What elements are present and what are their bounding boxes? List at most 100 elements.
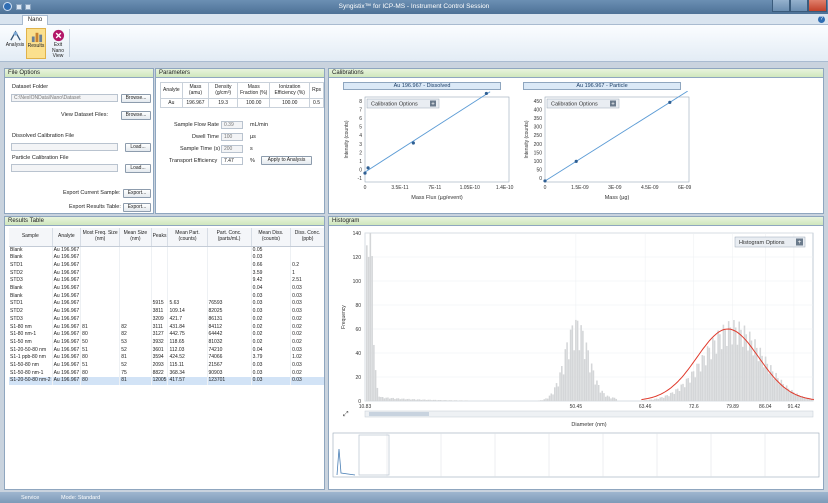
results-cell[interactable]: 417.57 <box>167 377 208 386</box>
results-cell[interactable] <box>119 285 152 293</box>
results-cell[interactable]: STD2 <box>9 269 53 278</box>
results-cell[interactable]: 12005 <box>151 377 169 386</box>
results-cell[interactable] <box>119 261 152 270</box>
load-particle-button[interactable]: Load... <box>125 164 151 173</box>
results-cell[interactable]: 5915 <box>151 300 169 309</box>
results-cell[interactable] <box>207 254 252 262</box>
results-cell[interactable] <box>167 277 208 286</box>
calibration-options-button[interactable]: Calibration Options + <box>366 98 440 109</box>
results-cell[interactable]: Au 196.967 <box>52 354 82 363</box>
results-cell[interactable]: STD2 <box>9 308 53 316</box>
results-cell[interactable]: 86131 <box>207 315 252 324</box>
results-cell[interactable]: 1 <box>290 269 324 278</box>
results-cell[interactable] <box>119 269 152 278</box>
results-cell[interactable] <box>167 292 208 301</box>
load-dissolved-button[interactable]: Load... <box>125 143 151 152</box>
results-row[interactable]: S1-50-80 nm-1 Au 196.967 80 75 8822 368.34 909… <box>9 369 324 378</box>
results-cell[interactable] <box>119 292 152 301</box>
results-cell[interactable] <box>167 269 208 278</box>
results-cell[interactable]: 0.66 <box>251 261 292 270</box>
results-cell[interactable]: 3811 <box>151 308 169 316</box>
results-cell[interactable] <box>80 246 121 255</box>
dwell-time-input[interactable]: 100 <box>221 133 243 141</box>
results-cell[interactable]: 75 <box>119 369 152 378</box>
results-cell[interactable] <box>80 300 121 309</box>
results-row[interactable]: S1-80 nm Au 196.967 81 82 3111 431.84 84112 0.0… <box>9 323 324 332</box>
minimize-button[interactable] <box>772 0 790 12</box>
results-cell[interactable]: 3.59 <box>251 269 292 278</box>
results-cell[interactable]: Au 196.967 <box>52 315 82 324</box>
results-cell[interactable] <box>119 246 152 255</box>
transport-efficiency-input[interactable]: 7.47 <box>221 157 243 165</box>
results-cell[interactable]: Au 196.967 <box>52 369 82 378</box>
results-cell[interactable]: 21567 <box>207 362 252 370</box>
results-cell[interactable]: 0.03 <box>251 300 292 309</box>
results-cell[interactable]: 0.03 <box>290 292 324 301</box>
results-cell[interactable]: 76593 <box>207 300 252 309</box>
results-column-header[interactable]: Part. Conc. (parts/mL) <box>207 228 252 247</box>
results-cell[interactable]: 0.02 <box>290 338 324 347</box>
results-cell[interactable]: 0.03 <box>290 377 324 386</box>
results-cell[interactable]: 109.14 <box>167 308 208 316</box>
results-cell[interactable] <box>290 246 324 255</box>
results-cell[interactable]: 0.03 <box>251 292 292 301</box>
results-cell[interactable]: 3594 <box>151 354 169 363</box>
results-cell[interactable]: 0.05 <box>251 246 292 255</box>
results-cell[interactable] <box>207 261 252 270</box>
results-cell[interactable]: 0.03 <box>251 254 292 262</box>
results-cell[interactable]: Au 196.967 <box>52 338 82 347</box>
results-cell[interactable]: Au 196.967 <box>52 285 82 293</box>
results-cell[interactable] <box>207 285 252 293</box>
cell[interactable]: 100.00 <box>269 98 311 108</box>
results-cell[interactable] <box>80 269 121 278</box>
results-cell[interactable]: 64442 <box>207 331 252 339</box>
results-cell[interactable] <box>80 261 121 270</box>
results-cell[interactable]: 0.03 <box>290 285 324 293</box>
results-cell[interactable]: 0.02 <box>290 331 324 339</box>
results-cell[interactable]: Au 196.967 <box>52 277 82 286</box>
results-row[interactable]: Blank Au 196.967 0.03 <box>9 254 324 262</box>
results-cell[interactable] <box>119 308 152 316</box>
results-cell[interactable]: 81 <box>119 354 152 363</box>
results-cell[interactable]: 0.2 <box>290 261 324 270</box>
results-cell[interactable]: Au 196.967 <box>52 346 82 355</box>
cell[interactable]: 19.3 <box>208 98 239 108</box>
cell[interactable]: 196.967 <box>181 98 210 108</box>
results-cell[interactable]: S1-20-50-80 nm <box>9 346 53 355</box>
results-cell[interactable]: 424.52 <box>167 354 208 363</box>
results-cell[interactable] <box>151 292 169 301</box>
results-column-header[interactable]: Most Freq. Size (nm) <box>80 228 121 247</box>
results-cell[interactable] <box>151 246 169 255</box>
results-cell[interactable]: 0.02 <box>251 338 292 347</box>
results-cell[interactable]: 53 <box>119 338 152 347</box>
results-cell[interactable] <box>151 254 169 262</box>
sample-flow-rate-input[interactable]: 0.39 <box>221 121 243 129</box>
results-cell[interactable]: Au 196.967 <box>52 323 82 332</box>
results-cell[interactable] <box>80 315 121 324</box>
results-cell[interactable]: 52 <box>119 346 152 355</box>
results-cell[interactable]: STD1 <box>9 261 53 270</box>
histogram-options-button[interactable]: Histogram Options + <box>734 236 806 248</box>
results-cell[interactable] <box>151 269 169 278</box>
results-cell[interactable]: 82 <box>119 323 152 332</box>
results-row[interactable]: STD3 Au 196.967 3209 421.7 86131 0.02 0.02 <box>9 315 324 324</box>
results-column-header[interactable]: Analyte <box>52 228 82 247</box>
results-cell[interactable]: 80 <box>80 369 121 378</box>
results-cell[interactable]: Au 196.967 <box>52 261 82 270</box>
results-cell[interactable] <box>80 292 121 301</box>
results-row[interactable]: S1-50-80 nm Au 196.967 51 52 2093 115.11 21567… <box>9 362 324 370</box>
results-cell[interactable]: 115.11 <box>167 362 208 370</box>
results-cell[interactable]: 0.02 <box>290 323 324 332</box>
results-cell[interactable]: Au 196.967 <box>52 246 82 255</box>
results-cell[interactable] <box>151 261 169 270</box>
results-cell[interactable]: 3.79 <box>251 354 292 363</box>
results-cell[interactable] <box>80 254 121 262</box>
results-cell[interactable]: 82025 <box>207 308 252 316</box>
results-column-header[interactable]: Mean Size (nm) <box>119 228 152 247</box>
results-column-header[interactable]: Diss. Conc. (ppb) <box>290 228 324 247</box>
results-cell[interactable]: 80 <box>80 354 121 363</box>
results-cell[interactable]: 0.03 <box>290 346 324 355</box>
apply-to-analysis-button[interactable]: Apply to Analysis <box>261 156 312 165</box>
results-row[interactable]: STD2 Au 196.967 3.59 1 <box>9 269 324 278</box>
results-cell[interactable]: Au 196.967 <box>52 377 82 386</box>
